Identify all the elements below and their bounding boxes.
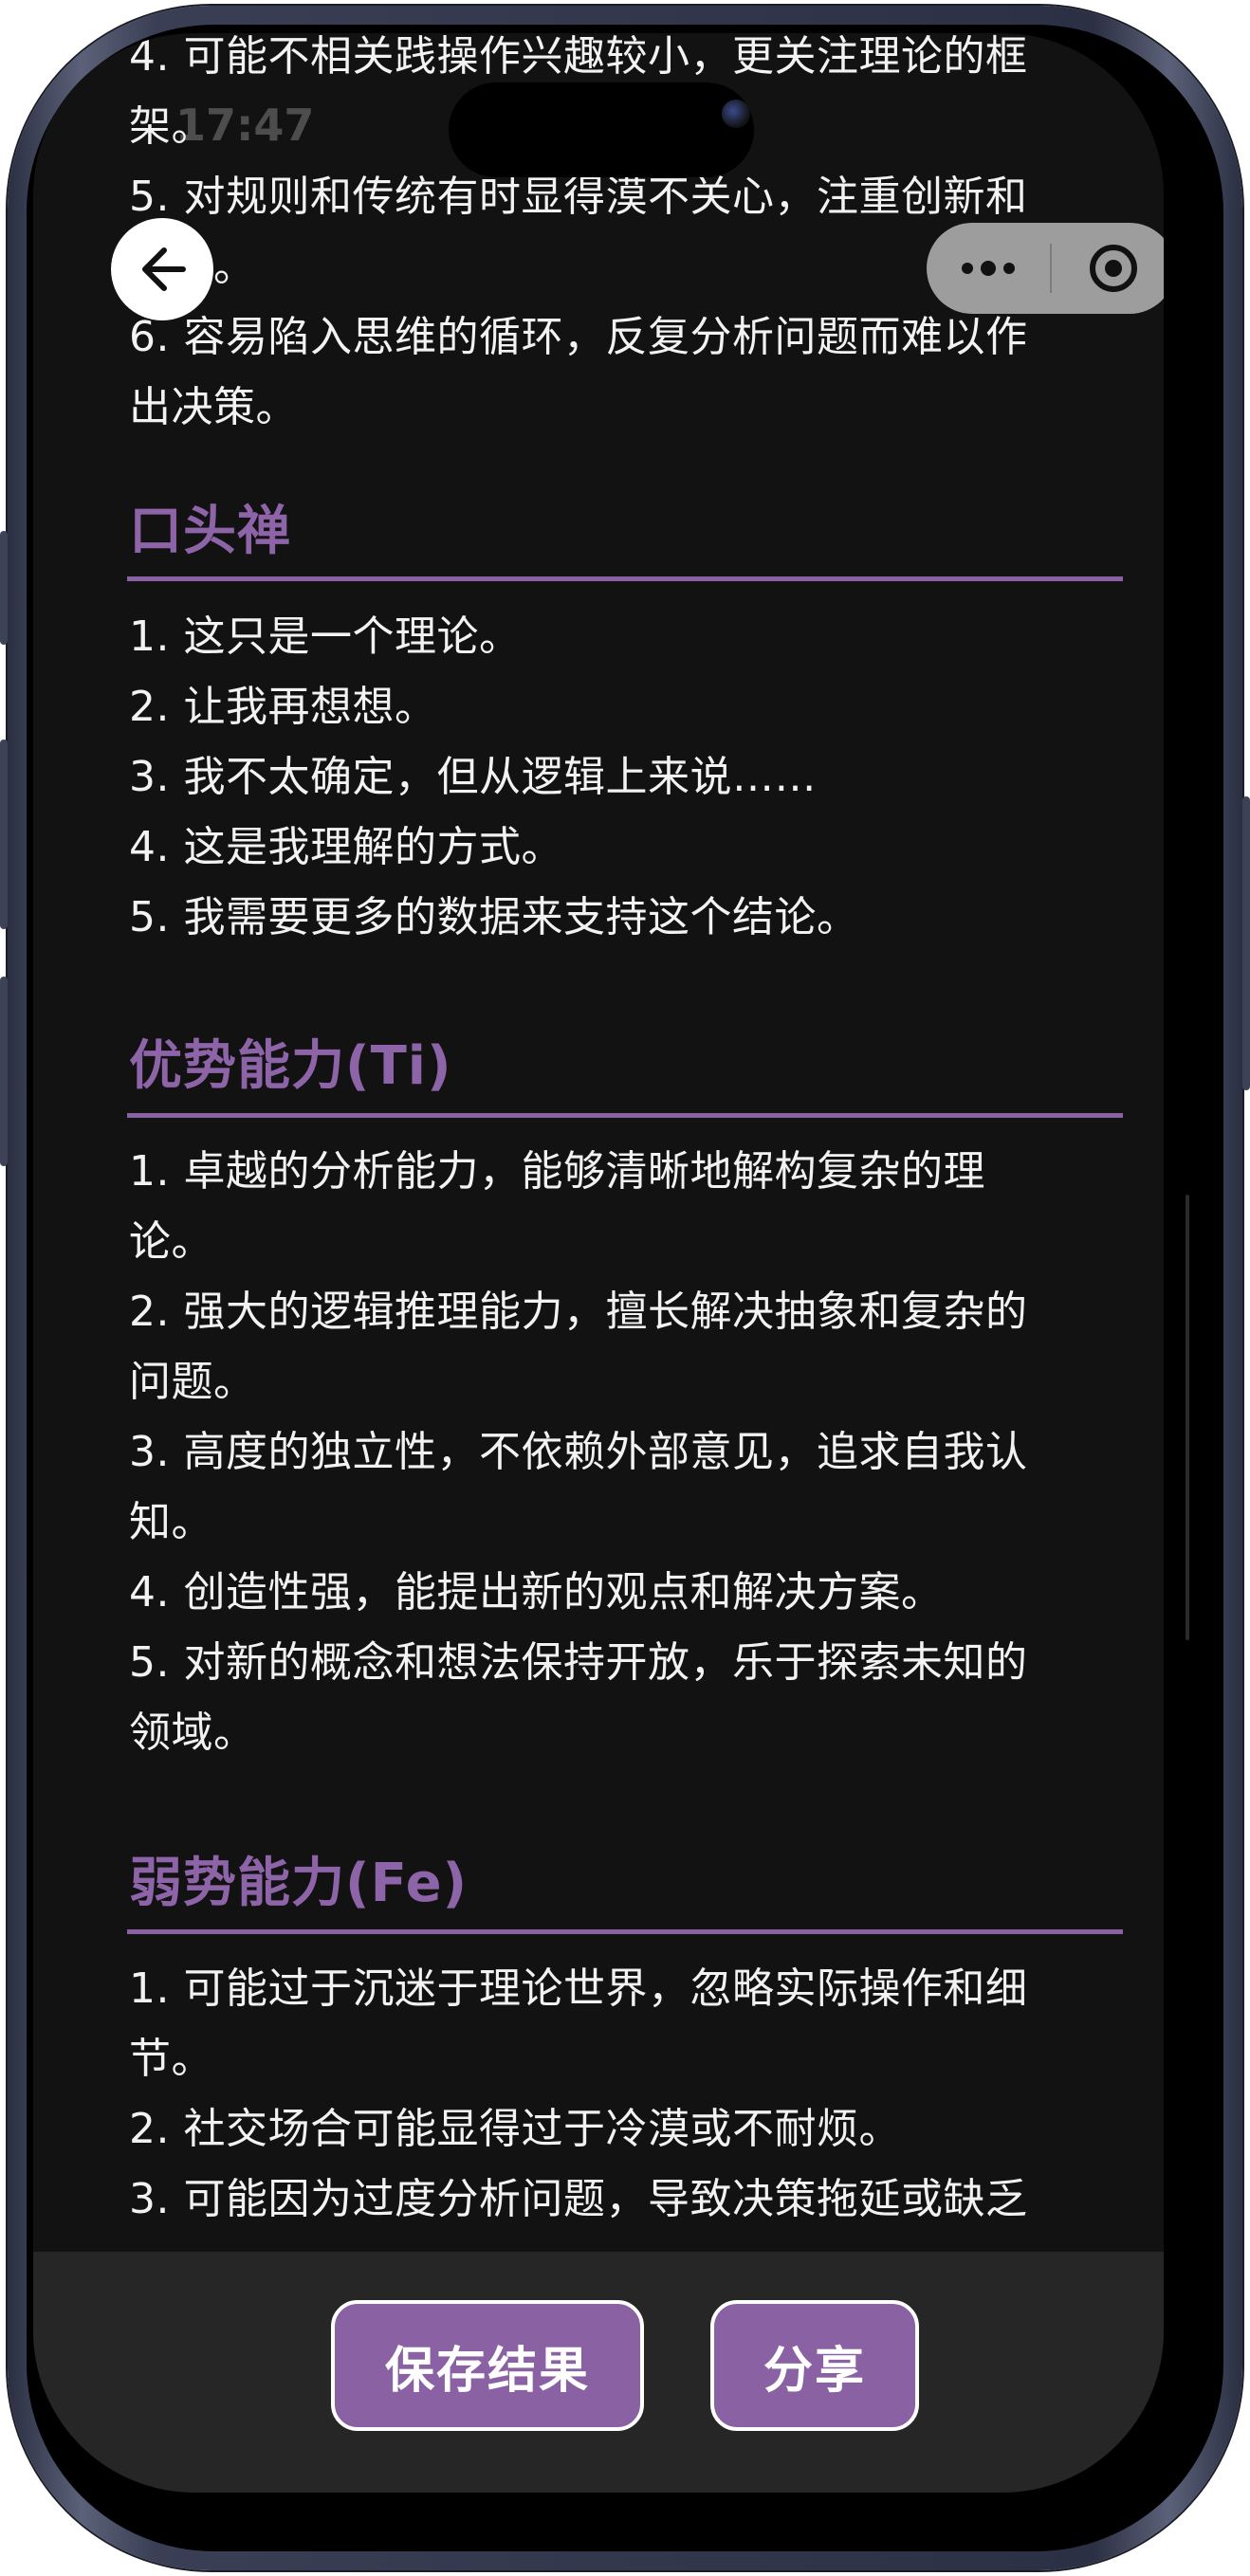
list-item: 4. 这是我理解的方式。 (129, 823, 563, 871)
back-button[interactable] (111, 218, 213, 320)
list-item: 论。 (129, 1217, 213, 1266)
section-divider (127, 576, 1123, 581)
section-divider (127, 1929, 1123, 1934)
list-item: 5. 我需要更多的数据来支持这个结论。 (129, 893, 859, 941)
side-button-left-3 (0, 977, 8, 1166)
screen: 4. 可能不相关践操作兴趣较小，更关注理论的框 架。 5. 对规则和传统有时显得… (33, 33, 1164, 2493)
section-title: 弱势能力(Fe) (129, 1853, 469, 1914)
side-button-right (1242, 796, 1250, 1090)
section-divider (127, 1113, 1123, 1118)
front-camera (722, 100, 750, 128)
list-item: 4. 创造性强，能提出新的观点和解决方案。 (129, 1568, 944, 1617)
scroll-indicator (1186, 1195, 1189, 1640)
side-button-left-2 (0, 740, 8, 929)
list-item: 2. 让我再想想。 (129, 683, 437, 731)
share-button[interactable]: 分享 (710, 2300, 919, 2431)
list-item: 5. 对新的概念和想法保持开放，乐于探索未知的 (129, 1638, 1028, 1687)
list-item: 1. 卓越的分析能力，能够清晰地解构复杂的理 (129, 1147, 985, 1196)
status-time: 17:47 (175, 100, 315, 151)
section-title: 口头禅 (129, 501, 291, 562)
dynamic-island (449, 82, 754, 177)
list-item: 2. 社交场合可能显得过于冷漠或不耐烦。 (129, 2105, 901, 2153)
section-title: 优势能力(Ti) (129, 1035, 452, 1097)
list-item: 1. 可能过于沉迷于理论世界，忽略实际操作和细 (129, 1964, 1028, 2013)
arrow-left-icon (142, 247, 186, 291)
list-item: 领域。 (129, 1708, 256, 1757)
list-item: 节。 (129, 2035, 213, 2083)
target-circle-icon (1090, 245, 1137, 292)
save-result-button[interactable]: 保存结果 (331, 2300, 644, 2431)
more-dots-icon (962, 261, 1015, 276)
list-item: 1. 这只是一个理论。 (129, 612, 522, 661)
side-button-left-1 (0, 531, 8, 645)
list-item: 3. 我不太确定，但从逻辑上来说…… (129, 753, 817, 801)
list-item: 知。 (129, 1498, 213, 1546)
list-item: 2. 强大的逻辑推理能力，擅长解决抽象和复杂的 (129, 1288, 1028, 1336)
list-item: 3. 可能因为过度分析问题，导致决策拖延或缺乏 (129, 2175, 1028, 2223)
more-button[interactable] (927, 223, 1050, 314)
bottom-action-bar: 保存结果 分享 (33, 2252, 1164, 2493)
list-item: 3. 高度的独立性，不依赖外部意见，追求自我认 (129, 1428, 1028, 1476)
close-miniprogram-button[interactable] (1052, 223, 1164, 314)
partial-line: 出决策。 (129, 383, 298, 431)
mini-program-capsule (927, 223, 1164, 314)
list-item: 问题。 (129, 1358, 256, 1406)
